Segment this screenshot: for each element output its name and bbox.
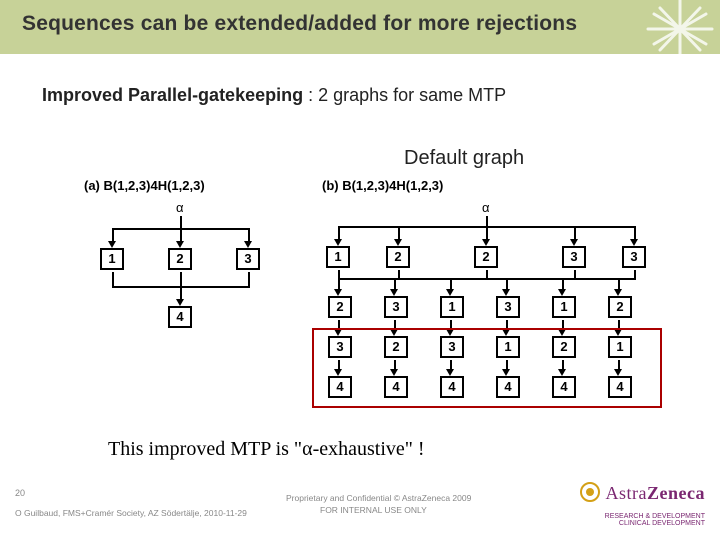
node: 1: [100, 248, 124, 270]
alpha-label-b: α: [482, 200, 490, 215]
az-mark-icon: [579, 481, 601, 503]
stem: [486, 226, 488, 240]
page-number: 20: [15, 488, 25, 498]
subtitle-rest: : 2 graphs for same MTP: [303, 85, 506, 105]
node: 2: [168, 248, 192, 270]
figure-a: (a) B(1,2,3)4H(1,2,3) α 1 2 3 4: [80, 178, 294, 416]
stem: [180, 286, 182, 300]
node: 1: [326, 246, 350, 268]
header-decor-icon: [640, 0, 720, 58]
footer-confidential-1: Proprietary and Confidential © AstraZene…: [286, 493, 471, 503]
stem: [180, 216, 182, 228]
figure-b-label: (b) B(1,2,3)4H(1,2,3): [322, 178, 443, 193]
arrow-down-icon: [502, 289, 510, 296]
figure-a-label: (a) B(1,2,3)4H(1,2,3): [84, 178, 205, 193]
stem: [486, 270, 488, 278]
highlight-box: [312, 328, 662, 408]
rd-tagline: RESEARCH & DEVELOPMENT CLINICAL DEVELOPM…: [605, 513, 705, 528]
arrow-down-icon: [176, 299, 184, 306]
stem: [248, 272, 250, 286]
stem: [112, 272, 114, 286]
perm-row-1: 2 3 1 3 1 2: [320, 296, 652, 324]
node: 2: [386, 246, 410, 268]
arrow-down-icon: [390, 289, 398, 296]
cell: 2: [328, 296, 352, 318]
alpha-symbol: α: [302, 438, 312, 460]
arrow-down-icon: [244, 241, 252, 248]
stem: [398, 226, 400, 240]
stem: [634, 270, 636, 278]
node: 4: [168, 306, 192, 328]
arrow-down-icon: [394, 239, 402, 246]
stem: [574, 226, 576, 240]
arrow-down-icon: [630, 239, 638, 246]
alpha-label-a: α: [176, 200, 184, 215]
slide-header: Sequences can be extended/added for more…: [0, 0, 720, 58]
conclusion-pre: This improved MTP is ": [108, 438, 302, 460]
arrow-down-icon: [108, 241, 116, 248]
arrow-down-icon: [446, 289, 454, 296]
arrow-down-icon: [176, 241, 184, 248]
slide-title: Sequences can be extended/added for more…: [22, 12, 577, 36]
subtitle-strong: Improved Parallel-gatekeeping: [42, 85, 303, 105]
astrazeneca-logo: AstraZeneca: [579, 481, 705, 504]
rd-line-1: RESEARCH & DEVELOPMENT: [605, 513, 705, 521]
subtitle: Improved Parallel-gatekeeping : 2 graphs…: [42, 85, 506, 106]
footer-credit: O Guilbaud, FMS+Cramér Society, AZ Söder…: [15, 508, 247, 518]
stem: [634, 226, 636, 240]
logo-text-a: Astra: [606, 483, 648, 503]
stem: [574, 270, 576, 278]
node: 3: [622, 246, 646, 268]
conclusion-post: -exhaustive" !: [313, 438, 425, 460]
stem: [486, 216, 488, 226]
figure: (a) B(1,2,3)4H(1,2,3) α 1 2 3 4 (b) B(1,…: [80, 178, 650, 416]
default-graph-label: Default graph: [404, 147, 524, 170]
cell: 2: [608, 296, 632, 318]
stem: [180, 228, 182, 242]
node: 3: [562, 246, 586, 268]
rd-line-2: CLINICAL DEVELOPMENT: [605, 520, 705, 528]
conclusion: This improved MTP is "α-exhaustive" !: [108, 438, 425, 461]
logo-text-z: Zeneca: [647, 483, 705, 503]
arrow-down-icon: [570, 239, 578, 246]
stem: [112, 228, 114, 242]
stem: [338, 270, 340, 278]
cell: 1: [440, 296, 464, 318]
stem: [180, 272, 182, 286]
stem: [398, 270, 400, 278]
arrow-down-icon: [334, 289, 342, 296]
cell: 3: [384, 296, 408, 318]
stem: [248, 228, 250, 242]
arrow-down-icon: [334, 239, 342, 246]
arrow-down-icon: [614, 289, 622, 296]
cell: 1: [552, 296, 576, 318]
footer-confidential-2: FOR INTERNAL USE ONLY: [320, 505, 427, 515]
stem: [338, 278, 636, 280]
stem: [338, 226, 340, 240]
arrow-down-icon: [482, 239, 490, 246]
node: 3: [236, 248, 260, 270]
cell: 3: [496, 296, 520, 318]
arrow-down-icon: [558, 289, 566, 296]
node: 2: [474, 246, 498, 268]
